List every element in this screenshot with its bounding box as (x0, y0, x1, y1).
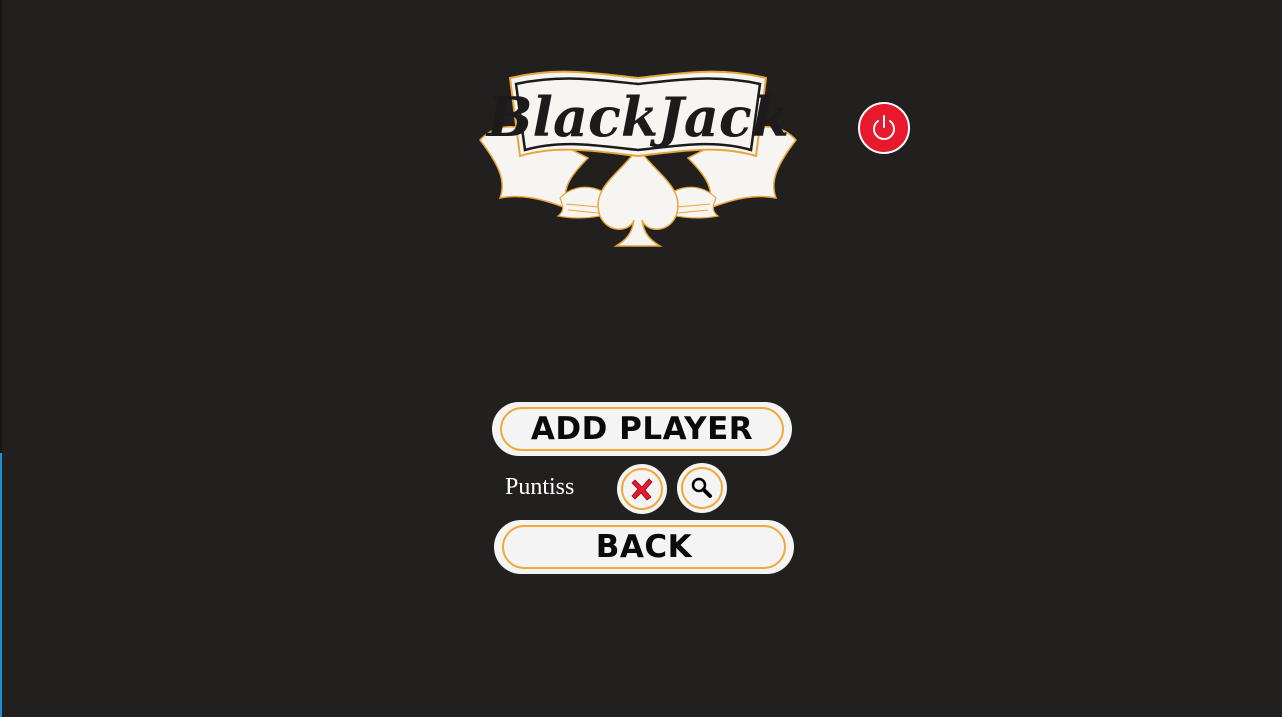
window-accent-strip (0, 453, 2, 717)
magnifier-icon (691, 477, 712, 498)
logo-text: BlackJack (485, 85, 789, 149)
remove-player-button[interactable] (617, 464, 667, 514)
back-label: BACK (595, 529, 693, 565)
add-player-label: ADD PLAYER (530, 411, 754, 447)
power-icon (873, 115, 895, 140)
blackjack-logo: BlackJack (470, 48, 806, 254)
view-player-button[interactable] (677, 463, 727, 513)
player-name: Puntiss (505, 474, 575, 500)
power-button[interactable] (858, 102, 910, 154)
x-mark-icon (631, 478, 653, 501)
back-button[interactable]: BACK (494, 520, 794, 574)
add-player-button[interactable]: ADD PLAYER (492, 402, 792, 456)
